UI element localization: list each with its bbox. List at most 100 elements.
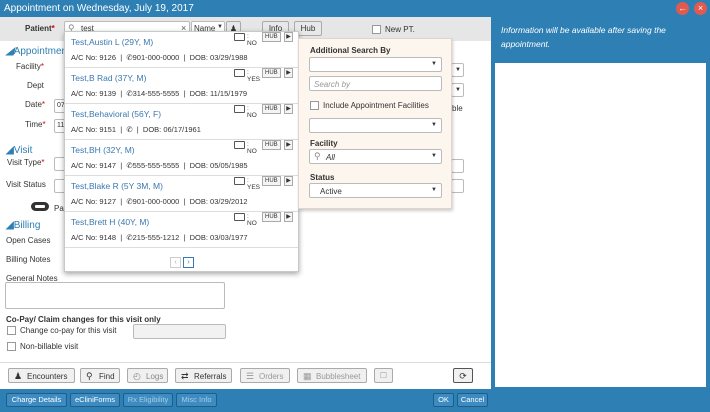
visit-type-select-edge[interactable] <box>451 159 464 173</box>
account-number: A/C No: 9151 <box>71 125 117 134</box>
general-notes-textarea[interactable] <box>5 282 225 309</box>
account-number: A/C No: 9127 <box>71 197 117 206</box>
find-button[interactable]: ⚲ Find <box>80 368 120 383</box>
patient-result-row[interactable]: Test,Brett H (40Y, M): NO HUB ▶ A/C No: 914… <box>65 212 298 248</box>
chevron-down-icon: ▼ <box>455 67 461 73</box>
date-of-birth: DOB: 03/03/1977 <box>189 233 248 242</box>
include-facilities-label: Include Appointment Facilities <box>323 101 429 110</box>
separator: | <box>116 89 127 98</box>
charge-details-button[interactable]: Charge Details <box>6 393 67 407</box>
adv-facility-label: Facility <box>310 139 338 148</box>
patient-result-name[interactable]: Test,Brett H (40Y, M) <box>71 217 149 227</box>
separator: | <box>132 125 143 134</box>
chevron-right-icon[interactable]: ▶ <box>284 104 293 114</box>
referrals-button[interactable]: ⇄ Referrals <box>175 368 232 383</box>
hub-badge[interactable]: HUB <box>262 176 281 186</box>
chevron-right-icon[interactable]: ▶ <box>284 212 293 222</box>
title-bar: Appointment on Wednesday, July 19, 2017 … <box>0 0 710 17</box>
logs-button[interactable]: ◴ Logs <box>127 368 168 383</box>
phone-number: 555-555-5555 <box>132 161 180 170</box>
patient-result-row[interactable]: Test,BH (32Y, M): NO HUB ▶ A/C No: 9147 | ✆… <box>65 140 298 176</box>
visit-status-select-edge[interactable] <box>451 179 464 193</box>
chevron-down-icon: ▼ <box>431 187 437 193</box>
patient-result-details: A/C No: 9127 | ✆901-000-0000 | DOB: 03/2… <box>71 197 248 206</box>
additional-search-select[interactable]: ▼ <box>309 57 442 72</box>
portal-status: : NO <box>247 141 257 155</box>
hub-badge[interactable]: HUB <box>262 68 281 78</box>
patient-result-details: A/C No: 9126 | ✆901-000-0000 | DOB: 03/2… <box>71 53 248 62</box>
bottom-bar: Charge Details eCliniForms Rx Eligibilit… <box>0 389 710 412</box>
chevron-right-icon[interactable]: ▶ <box>284 68 293 78</box>
hub-badge[interactable]: HUB <box>262 212 281 222</box>
date-of-birth: DOB: 06/17/1961 <box>142 125 201 134</box>
patient-result-row[interactable]: Test,Behavioral (56Y, F) : NO HUB ▶ A/C No: … <box>65 104 298 140</box>
include-facilities-checkbox[interactable] <box>310 101 319 110</box>
change-copay-checkbox[interactable] <box>7 326 16 335</box>
chevron-down-icon: ▼ <box>217 24 223 30</box>
chevron-right-icon[interactable]: ▶ <box>284 32 293 42</box>
hub-badge[interactable]: HUB <box>262 104 281 114</box>
dept-select-edge[interactable]: ▼ <box>451 83 464 97</box>
advanced-search-panel: Additional Search By ▼ Search by Include… <box>298 38 452 209</box>
new-pt-checkbox[interactable] <box>372 25 381 34</box>
cancel-button[interactable]: Cancel <box>457 393 488 407</box>
misc-info-button[interactable]: Misc Info <box>176 393 217 407</box>
ecliniforms-button[interactable]: eCliniForms <box>70 393 120 407</box>
adv-facility-select[interactable]: ⚲ All ▼ <box>309 149 442 164</box>
trash-icon[interactable]: ☐ <box>374 368 393 383</box>
separator: | <box>179 233 190 242</box>
hub-badge[interactable]: HUB <box>262 140 281 150</box>
patient-result-name[interactable]: Test,BH (32Y, M) <box>71 145 135 155</box>
bubblesheet-label: Bubblesheet <box>316 372 361 381</box>
portal-status: : NO <box>247 105 257 119</box>
info-message: Information will be available after savi… <box>501 25 666 49</box>
prev-page-icon[interactable]: ‹ <box>170 257 181 268</box>
separator: | <box>116 233 127 242</box>
patient-result-name[interactable]: Test,Behavioral (56Y, F) <box>71 109 161 119</box>
adv-status-select[interactable]: Active ▼ <box>309 183 442 198</box>
rx-eligibility-button[interactable]: Rx Eligibility <box>123 393 173 407</box>
referrals-label: Referrals <box>194 372 227 381</box>
pay-partial-label: Pa <box>54 204 64 213</box>
change-copay-label: Change co-pay for this visit <box>20 326 117 335</box>
appointment-section-heading: ◢Appointment <box>6 46 70 57</box>
patient-result-name[interactable]: Test,Austin L (29Y, M) <box>71 37 153 47</box>
pay-toggle[interactable] <box>31 202 49 211</box>
account-number: A/C No: 9147 <box>71 161 117 170</box>
patient-result-name[interactable]: Test,Blake R (5Y 3M, M) <box>71 181 163 191</box>
chevron-down-icon: ▼ <box>431 122 437 128</box>
info-panel-content <box>495 63 706 387</box>
refresh-icon[interactable]: ⟳ <box>453 368 473 383</box>
ok-button[interactable]: OK <box>433 393 454 407</box>
chevron-down-icon: ▼ <box>455 87 461 93</box>
chevron-right-icon[interactable]: ▶ <box>284 140 293 150</box>
portal-status: : NO <box>247 213 257 227</box>
copay-amount-input[interactable] <box>133 324 226 339</box>
arrow-left-icon[interactable]: ← <box>676 2 689 15</box>
phone-number: 901-000-0000 <box>132 197 180 206</box>
patient-result-row[interactable]: Test,B Rad (37Y, M): YES HUB ▶ A/C No: 9139… <box>65 68 298 104</box>
next-page-icon[interactable]: › <box>183 257 194 268</box>
bubblesheet-button[interactable]: ▦ Bubblesheet <box>297 368 367 383</box>
close-icon[interactable]: × <box>694 2 707 15</box>
search-by-input[interactable]: Search by <box>309 76 442 91</box>
facility-select-edge[interactable]: ▼ <box>451 63 464 77</box>
portal-monitor-icon <box>234 141 245 149</box>
non-billable-checkbox[interactable] <box>7 342 16 351</box>
phone-number: 901-000-0000 <box>132 53 180 62</box>
encounters-label: Encounters <box>27 372 68 381</box>
separator: | <box>116 161 127 170</box>
orders-button[interactable]: ☰ Orders <box>240 368 290 383</box>
hub-badge[interactable]: HUB <box>262 32 281 42</box>
account-number: A/C No: 9139 <box>71 89 117 98</box>
chevron-right-icon[interactable]: ▶ <box>284 176 293 186</box>
patient-result-name[interactable]: Test,B Rad (37Y, M) <box>71 73 146 83</box>
encounters-button[interactable]: ♟ Encounters <box>8 368 75 383</box>
chevron-down-icon: ▼ <box>431 61 437 67</box>
facility-group-select[interactable]: ▼ <box>309 118 442 133</box>
patient-result-row[interactable]: Test,Blake R (5Y 3M, M) : YES HUB ▶ A/C No: … <box>65 176 298 212</box>
copay-heading: Co-Pay/ Claim changes for this visit onl… <box>6 315 161 324</box>
portal-status: : YES <box>247 177 261 191</box>
patient-result-row[interactable]: Test,Austin L (29Y, M): NO HUB ▶ A/C No: 91… <box>65 32 298 68</box>
right-info-panel: Information will be available after savi… <box>491 17 710 389</box>
